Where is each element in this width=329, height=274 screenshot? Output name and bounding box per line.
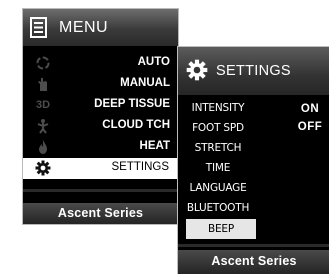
settings-item-language[interactable]: LANGUAGE	[178, 178, 258, 198]
settings-item-label: LANGUAGE	[189, 182, 247, 194]
settings-item-foot-spd[interactable]: FOOT SPD	[178, 118, 258, 138]
settings-footer-text: Ascent Series	[211, 254, 297, 268]
flame-icon	[39, 140, 47, 154]
settings-item-stretch[interactable]: STRETCH	[178, 138, 258, 158]
menu-screen: MENU AUTO MANUAL 3D DEEP TISSUE CLOUD TC…	[22, 8, 179, 225]
settings-item-label: TIME	[205, 162, 231, 174]
menu-item-label: HEAT	[139, 140, 170, 152]
option-on[interactable]: ON	[290, 103, 329, 115]
menu-item-auto[interactable]: AUTO	[23, 53, 178, 74]
menu-header: MENU	[23, 9, 178, 46]
settings-item-intensity[interactable]: INTENSITY	[178, 98, 258, 118]
menu-footer: Ascent Series	[23, 203, 178, 224]
gear-icon	[186, 59, 208, 81]
menu-footer-text: Ascent Series	[57, 206, 144, 220]
menu-item-label: AUTO	[137, 56, 170, 68]
option-off[interactable]: OFF	[290, 121, 329, 133]
settings-header: SETTINGS	[178, 47, 329, 95]
menu-item-label: MANUAL	[120, 77, 170, 89]
gear-icon	[35, 160, 51, 176]
menu-divider	[23, 189, 178, 192]
menu-item-deep-tissue[interactable]: 3D DEEP TISSUE	[23, 95, 178, 116]
3d-icon: 3D	[35, 99, 51, 111]
menu-item-label: DEEP TISSUE	[94, 98, 170, 110]
settings-title: SETTINGS	[216, 63, 291, 79]
body-icon	[37, 119, 49, 134]
settings-item-label: FOOT SPD	[192, 122, 244, 134]
settings-item-label: STRETCH	[194, 142, 242, 154]
menu-item-label: CLOUD TCH	[102, 119, 170, 131]
menu-item-settings[interactable]: SETTINGS	[23, 158, 178, 179]
settings-item-label: BLUETOOTH	[186, 202, 250, 214]
auto-icon	[36, 56, 50, 70]
menu-item-heat[interactable]: HEAT	[23, 137, 178, 158]
settings-item-beep[interactable]: BEEP	[186, 219, 256, 239]
menu-list-icon	[30, 17, 47, 38]
settings-item-label: BEEP	[207, 223, 234, 235]
settings-item-bluetooth[interactable]: BLUETOOTH	[178, 198, 258, 218]
menu-item-cloud-tch[interactable]: CLOUD TCH	[23, 116, 178, 137]
menu-item-manual[interactable]: MANUAL	[23, 74, 178, 95]
settings-screen: SETTINGS INTENSITY FOOT SPD STRETCH TIME…	[177, 46, 329, 274]
menu-item-label: SETTINGS	[111, 161, 169, 173]
menu-title: MENU	[59, 19, 109, 36]
settings-footer: Ascent Series	[178, 250, 329, 274]
settings-divider	[178, 244, 329, 247]
hand-icon	[38, 78, 47, 91]
settings-item-time[interactable]: TIME	[178, 158, 258, 178]
settings-item-label: INTENSITY	[191, 102, 245, 114]
